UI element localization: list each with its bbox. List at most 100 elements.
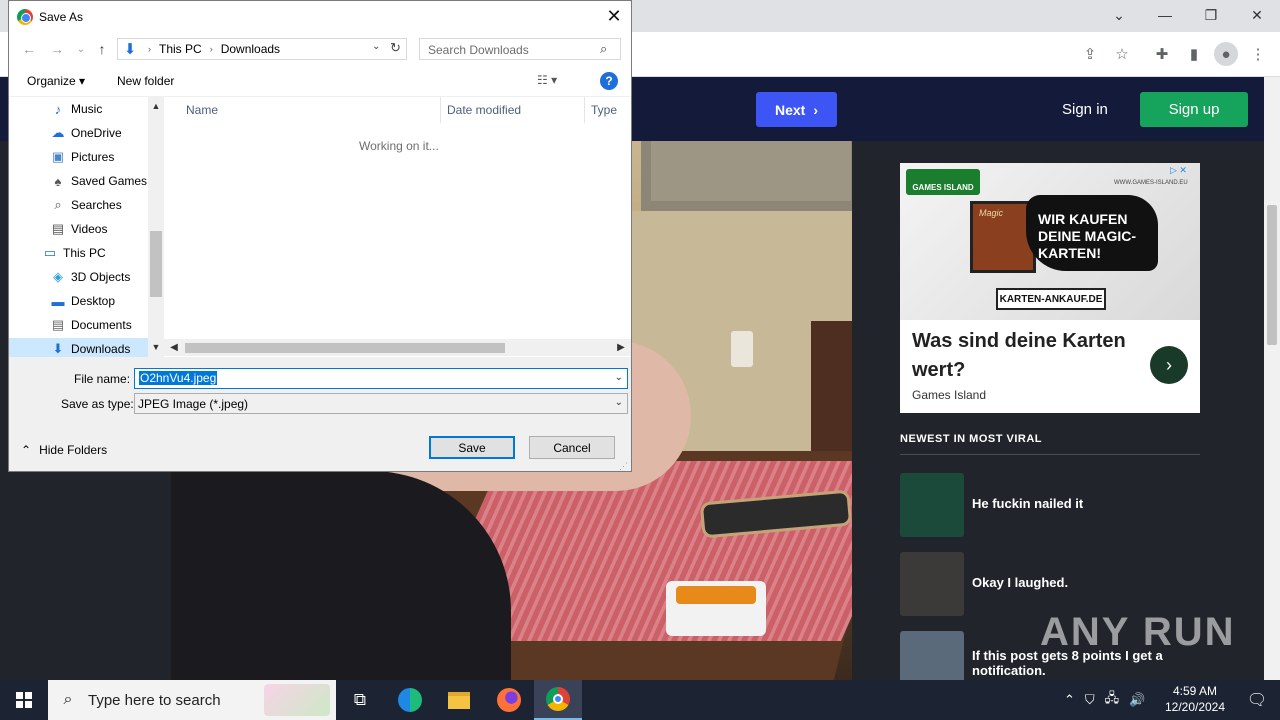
network-icon[interactable]: 🖧 bbox=[1105, 689, 1120, 711]
refresh-icon[interactable]: ↻ bbox=[390, 40, 406, 56]
horizontal-scroll-thumb[interactable] bbox=[185, 343, 505, 353]
dialog-title: Save As bbox=[39, 10, 84, 24]
notification-icon[interactable]: 🗨 bbox=[1234, 680, 1280, 720]
address-bar[interactable]: ⬇ › This PC › Downloads ⌄ ↻ bbox=[117, 38, 407, 60]
recent-locations-icon[interactable]: ⌄ bbox=[71, 39, 91, 59]
next-button-label: Next bbox=[774, 101, 806, 118]
file-name-input[interactable]: O2hnVu4.jpeg ⌄ bbox=[134, 368, 628, 389]
videos-icon: ▤ bbox=[51, 221, 65, 236]
scroll-left-icon[interactable]: ◀ bbox=[166, 340, 182, 354]
tree-item-videos[interactable]: ▤ Videos bbox=[49, 218, 148, 240]
tree-item-desktop[interactable]: ▬ Desktop bbox=[49, 290, 148, 312]
tree-item-3d-objects[interactable]: ◈ 3D Objects bbox=[49, 266, 148, 288]
bookmark-star-icon[interactable]: ☆ bbox=[1110, 42, 1134, 66]
tree-item-label: Videos bbox=[71, 222, 108, 236]
chevron-right-icon: › bbox=[813, 101, 819, 118]
ad-arrow-button[interactable]: › bbox=[1150, 346, 1188, 384]
view-options-button[interactable]: ☷ ▾ bbox=[537, 73, 557, 87]
ad-advertiser: Games Island bbox=[912, 388, 987, 402]
ad-banner-image: GAMES ISLAND WWW.GAMES-ISLAND.EU Magic W… bbox=[900, 163, 1200, 320]
share-icon[interactable]: ⇪ bbox=[1078, 42, 1102, 66]
clock[interactable]: 4:59 AM 12/20/2024 bbox=[1160, 683, 1230, 715]
page-scrollbar-thumb[interactable] bbox=[1267, 205, 1277, 345]
breadcrumb-downloads[interactable]: Downloads bbox=[221, 42, 280, 56]
side-panel-icon[interactable]: ▮ bbox=[1182, 42, 1206, 66]
column-header-type[interactable]: Type bbox=[591, 103, 617, 117]
column-divider[interactable] bbox=[584, 97, 585, 123]
chevron-up-icon[interactable]: ⌃ bbox=[1064, 692, 1075, 708]
save-type-select[interactable]: JPEG Image (*.jpeg) ⌄ bbox=[134, 393, 628, 414]
search-icon: ⌕ bbox=[600, 41, 608, 56]
tree-item-music[interactable]: ♪ Music bbox=[49, 98, 148, 120]
dialog-close-button[interactable]: ✕ bbox=[599, 3, 629, 30]
edge-icon[interactable] bbox=[386, 680, 434, 720]
column-divider[interactable] bbox=[440, 97, 441, 123]
advertisement[interactable]: GAMES ISLAND WWW.GAMES-ISLAND.EU Magic W… bbox=[900, 163, 1200, 413]
save-type-value: JPEG Image (*.jpeg) bbox=[138, 397, 249, 411]
scroll-right-icon[interactable]: ▶ bbox=[613, 340, 629, 354]
tree-item-label: Downloads bbox=[71, 342, 131, 356]
ad-choices-icon[interactable]: ▷ ✕ bbox=[1170, 165, 1198, 179]
tree-item-downloads[interactable]: ⬇ Downloads bbox=[9, 338, 148, 357]
up-arrow-icon[interactable]: ↑ bbox=[92, 39, 112, 59]
hide-folders-label: Hide Folders bbox=[39, 443, 108, 457]
horizontal-scrollbar[interactable]: ◀ ▶ bbox=[164, 339, 631, 356]
close-icon[interactable]: ✕ bbox=[1234, 0, 1280, 30]
outlet-shape bbox=[731, 331, 753, 367]
folder-tree-scrollbar[interactable] bbox=[148, 97, 164, 357]
tree-item-label: Pictures bbox=[71, 150, 115, 164]
volume-icon[interactable]: 🔊 bbox=[1129, 692, 1145, 708]
taskbar-search-box[interactable]: ⌕ Type here to search bbox=[48, 680, 336, 720]
hide-folders-button[interactable]: ⌃ Hide Folders bbox=[21, 443, 107, 457]
back-arrow-icon[interactable]: ← bbox=[19, 39, 39, 59]
tab-search-icon[interactable]: ⌄ bbox=[1096, 0, 1142, 30]
tree-item-saved-games[interactable]: ♠ Saved Games bbox=[49, 170, 148, 192]
viral-list-item[interactable]: Okay I laughed. bbox=[900, 552, 1200, 616]
chevron-down-icon[interactable]: ⌄ bbox=[372, 41, 380, 52]
tree-item-onedrive[interactable]: ☁ OneDrive bbox=[49, 122, 148, 144]
scroll-up-icon[interactable]: ▲ bbox=[148, 99, 164, 113]
file-name-value: O2hnVu4.jpeg bbox=[139, 371, 218, 385]
tree-item-label: Documents bbox=[71, 318, 132, 332]
scroll-down-icon[interactable]: ▼ bbox=[148, 340, 164, 354]
chevron-down-icon[interactable]: ⌄ bbox=[615, 372, 623, 383]
chrome-taskbar-icon[interactable] bbox=[534, 680, 582, 720]
task-view-icon[interactable]: ⧉ bbox=[336, 680, 384, 720]
start-button[interactable] bbox=[0, 680, 48, 720]
cancel-button[interactable]: Cancel bbox=[529, 436, 615, 459]
search-input[interactable]: Search Downloads ⌕ bbox=[419, 38, 621, 60]
tree-item-label: 3D Objects bbox=[71, 270, 131, 284]
resize-grip-icon[interactable]: ⋰ bbox=[619, 461, 629, 471]
sign-in-link[interactable]: Sign in bbox=[1062, 101, 1108, 118]
organize-button[interactable]: Organize ▾ bbox=[27, 74, 85, 88]
forward-arrow-icon[interactable]: → bbox=[47, 39, 67, 59]
profile-avatar-icon[interactable]: ● bbox=[1214, 42, 1238, 66]
search-icon: ⌕ bbox=[54, 197, 62, 212]
chevron-right-icon: › bbox=[209, 44, 213, 54]
search-placeholder: Search Downloads bbox=[428, 43, 529, 57]
firefox-icon[interactable] bbox=[485, 680, 533, 720]
tree-item-this-pc[interactable]: ▭ This PC bbox=[41, 242, 148, 264]
viral-title: Okay I laughed. bbox=[972, 575, 1069, 590]
file-explorer-icon[interactable] bbox=[435, 680, 483, 720]
tree-item-pictures[interactable]: ▣ Pictures bbox=[49, 146, 148, 168]
new-folder-button[interactable]: New folder bbox=[117, 74, 174, 88]
page-scrollbar[interactable] bbox=[1264, 77, 1280, 680]
save-button[interactable]: Save bbox=[429, 436, 515, 459]
minimize-icon[interactable]: — bbox=[1142, 0, 1188, 30]
viral-list-item[interactable]: He fuckin nailed it bbox=[900, 473, 1200, 537]
sign-up-button[interactable]: Sign up bbox=[1140, 92, 1248, 127]
folder-tree-scroll-thumb[interactable] bbox=[150, 231, 162, 297]
extensions-icon[interactable]: ✚ bbox=[1150, 42, 1174, 66]
browser-menu-icon[interactable]: ⋮ bbox=[1246, 42, 1270, 66]
restore-icon[interactable]: ❐ bbox=[1188, 0, 1234, 30]
breadcrumb-this-pc[interactable]: This PC bbox=[159, 42, 202, 56]
help-icon[interactable]: ? bbox=[600, 72, 618, 90]
tree-item-documents[interactable]: ▤ Documents bbox=[49, 314, 148, 336]
command-bar: Organize ▾ New folder ☷ ▾ ? bbox=[9, 66, 631, 97]
next-button[interactable]: Next › bbox=[756, 92, 837, 127]
column-header-date-modified[interactable]: Date modified bbox=[447, 103, 521, 117]
security-icon[interactable]: ⛉ bbox=[1085, 692, 1095, 708]
column-header-name[interactable]: Name bbox=[186, 103, 218, 117]
tree-item-searches[interactable]: ⌕ Searches bbox=[49, 194, 148, 216]
